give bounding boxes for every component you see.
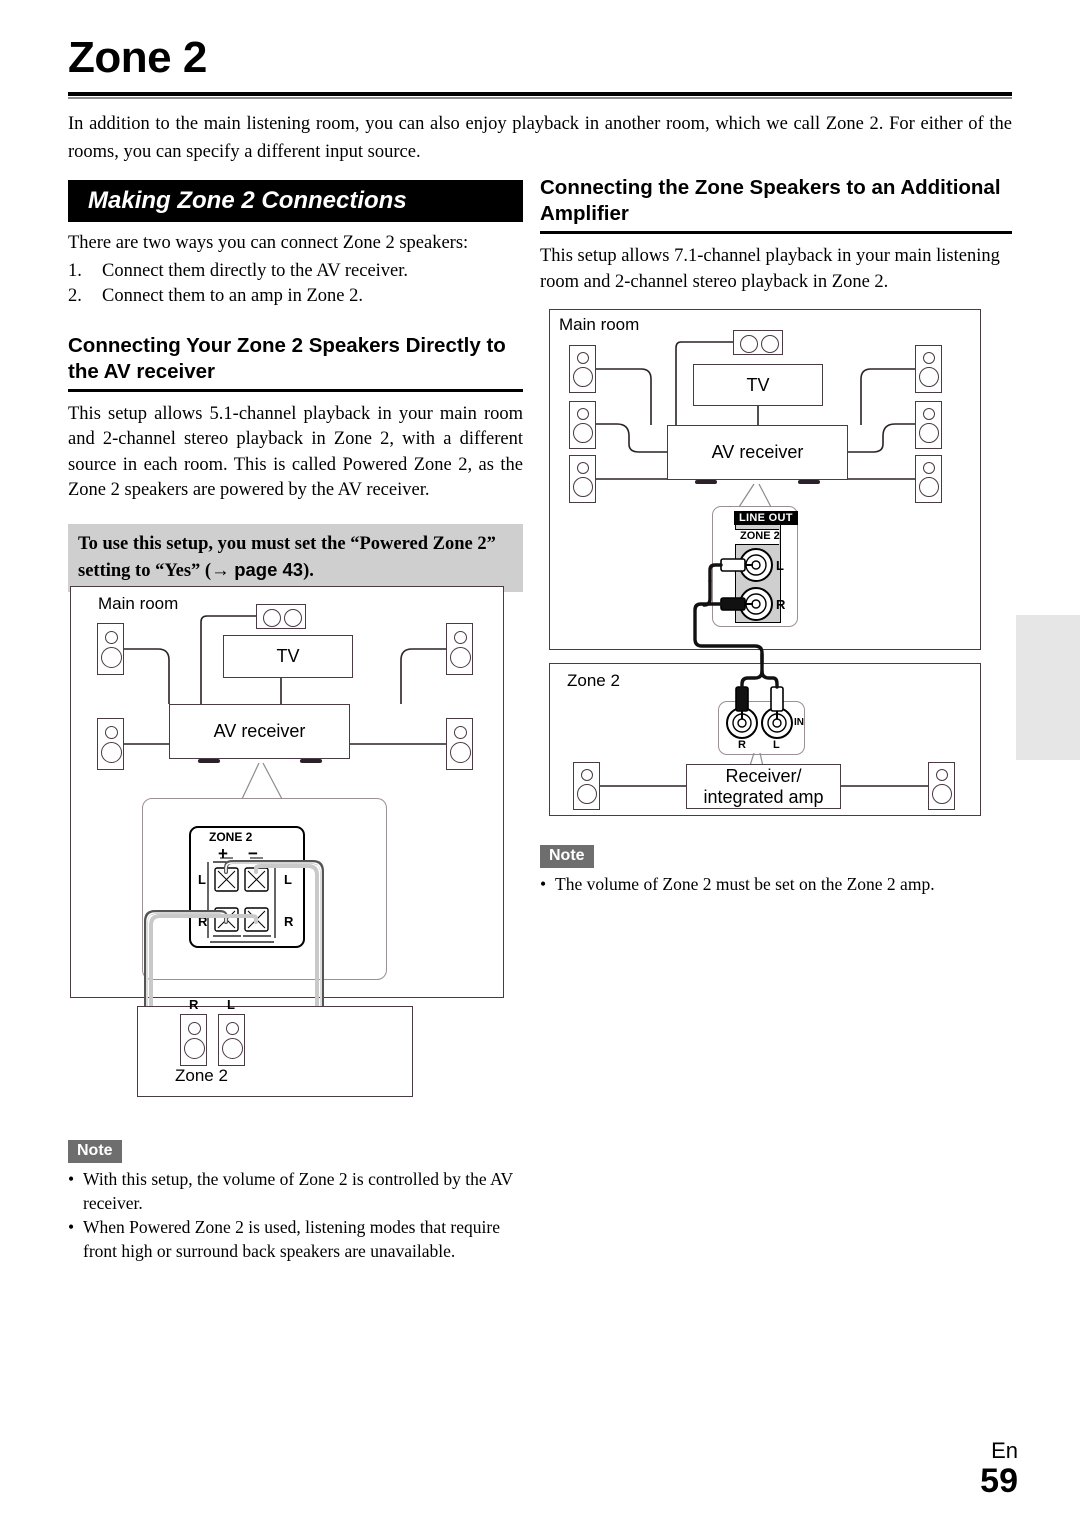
left-zone2-room-label: Zone 2 (175, 1066, 228, 1085)
step-text: Connect them directly to the AV receiver… (102, 260, 409, 281)
right-note-block: Note The volume of Zone 2 must be set on… (540, 845, 1012, 896)
amp-label-line2: integrated amp (703, 786, 824, 807)
list-item: 2. Connect them to an amp in Zone 2. (68, 284, 523, 310)
right-paragraph: This setup allows 7.1-channel playback i… (540, 246, 1000, 292)
amp-in-r-label: R (738, 739, 746, 751)
intro-paragraph: In addition to the main listening room, … (68, 114, 1012, 162)
list-item: 1. Connect them directly to the AV recei… (68, 259, 523, 285)
callout-text-after: ). (303, 560, 314, 581)
footer-page-number: 59 (980, 1462, 1018, 1500)
list-item: The volume of Zone 2 must be set on the … (540, 872, 1012, 896)
zone2-amp-box: Receiver/ integrated amp (686, 764, 841, 809)
steps-list: 1. Connect them directly to the AV recei… (68, 259, 523, 310)
page-title: Zone 2 (68, 33, 207, 82)
right-diagram: Main room TV AV receiver LINE OUT ZONE 2… (549, 309, 981, 816)
left-note-block: Note With this setup, the volume of Zone… (68, 1140, 523, 1263)
footer-language: En (991, 1438, 1018, 1463)
zone2-speaker-left (573, 762, 600, 810)
amp-label-line1: Receiver/ (725, 765, 802, 786)
list-item: With this setup, the volume of Zone 2 is… (68, 1167, 523, 1215)
zone2-speaker-l-label: L (227, 997, 235, 1012)
left-diagram: Main room TV AV receiver ZONE 2 + − L L … (70, 586, 504, 1097)
title-rule (68, 92, 1012, 99)
amp-in-label: IN (794, 717, 804, 728)
left-note-list: With this setup, the volume of Zone 2 is… (68, 1167, 523, 1263)
right-subheading: Connecting the Zone Speakers to an Addit… (540, 175, 1012, 234)
zone2-speaker-right (928, 762, 955, 810)
step-number: 2. (68, 286, 82, 306)
page-side-tab (1016, 615, 1080, 760)
right-arrow-icon: → (211, 558, 230, 580)
left-subheading: Connecting Your Zone 2 Speakers Directly… (68, 333, 523, 392)
right-column: Connecting the Zone Speakers to an Addit… (540, 175, 1012, 295)
left-column: Making Zone 2 Connections There are two … (68, 180, 523, 592)
amp-in-l-label: L (773, 739, 780, 751)
zone2-speaker-r-label: R (189, 997, 199, 1012)
left-lead-text: There are two ways you can connect Zone … (68, 233, 469, 253)
zone2-speaker-left (218, 1014, 245, 1066)
section-banner-heading: Making Zone 2 Connections (68, 180, 523, 222)
note-badge: Note (540, 845, 594, 868)
document-page: Zone 2 In addition to the main listening… (0, 0, 1080, 1526)
right-zone2-detail (600, 652, 928, 787)
right-note-list: The volume of Zone 2 must be set on the … (540, 872, 1012, 896)
left-paragraph: This setup allows 5.1-channel playback i… (68, 403, 523, 501)
note-badge: Note (68, 1140, 122, 1163)
step-number: 1. (68, 260, 82, 281)
page-reference: page 43 (234, 558, 304, 580)
powered-zone-callout: To use this setup, you must set the “Pow… (68, 523, 523, 592)
lineout-jack-l-label: L (776, 558, 784, 573)
zone2-speaker-right (180, 1014, 207, 1066)
step-text: Connect them to an amp in Zone 2. (102, 286, 363, 306)
list-item: When Powered Zone 2 is used, listening m… (68, 1215, 523, 1263)
lineout-jack-r-label: R (776, 597, 786, 612)
